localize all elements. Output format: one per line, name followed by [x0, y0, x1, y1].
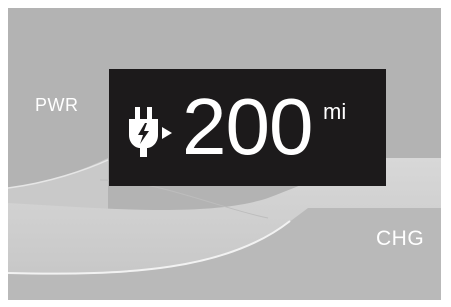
- range-panel: 200 mi: [109, 69, 386, 186]
- range-value: 200: [182, 82, 313, 171]
- ev-power-gauge-display: PWR CHG 200 mi: [8, 8, 441, 300]
- ev-plug-charging-icon: [129, 107, 172, 157]
- range-unit: mi: [323, 99, 347, 124]
- power-label: PWR: [35, 95, 79, 115]
- charge-label: CHG: [376, 227, 425, 250]
